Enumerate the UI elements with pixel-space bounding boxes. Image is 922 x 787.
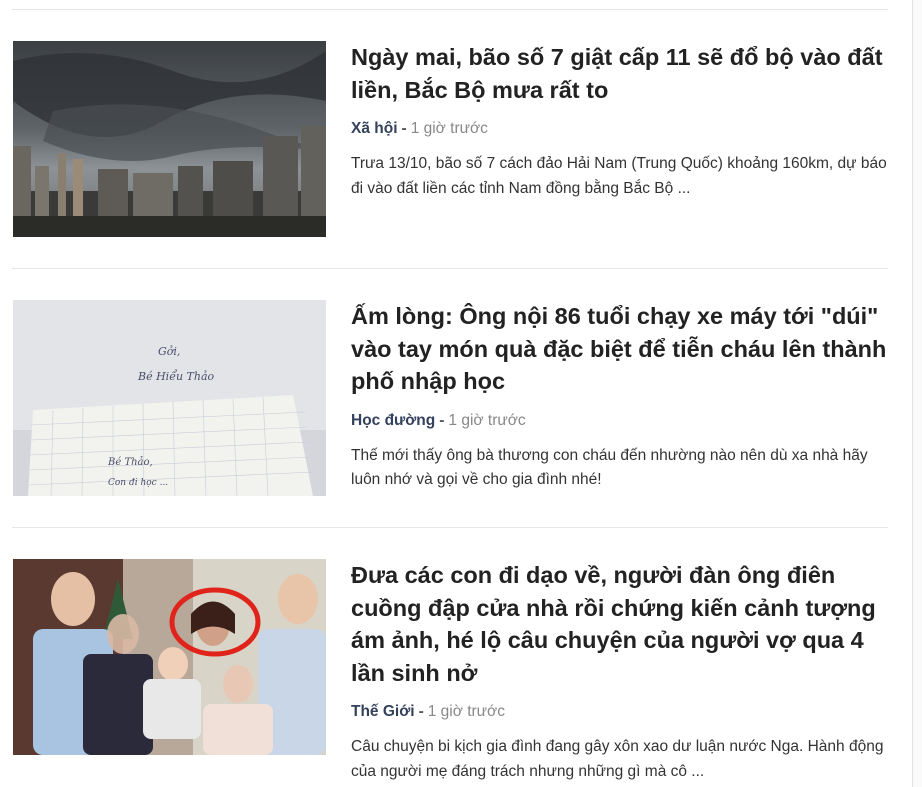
handwritten-note-image: Gởi, Bé Hiểu Thảo Bé Thảo, Con đi học ..… <box>13 300 326 496</box>
article-thumbnail-family[interactable] <box>13 559 326 755</box>
timestamp: 1 giờ trước <box>410 120 488 137</box>
divider <box>12 527 888 528</box>
article-summary: Trưa 13/10, bão số 7 cách đảo Hải Nam (T… <box>351 155 887 197</box>
scrollbar[interactable] <box>912 0 922 787</box>
category-link[interactable]: Thế Giới <box>351 703 415 720</box>
divider <box>12 268 888 269</box>
note-text: Bé Hiểu Thảo <box>137 370 215 383</box>
meta-separator: - <box>439 411 445 429</box>
article-meta: Xã hội -1 giờ trước <box>351 118 891 140</box>
storm-city-image <box>13 41 326 237</box>
note-text: Bé Thảo, <box>107 457 153 468</box>
article-summary: Thế mới thấy ông bà thương con cháu đến … <box>351 446 868 489</box>
article-thumbnail-note[interactable]: Gởi, Bé Hiểu Thảo Bé Thảo, Con đi học ..… <box>13 300 326 496</box>
divider <box>12 9 888 10</box>
note-text: Con đi học ... <box>108 478 168 488</box>
article-meta: Học đường -1 giờ trước <box>351 410 891 432</box>
note-text: Gởi, <box>158 345 180 358</box>
news-feed: Ngày mai, bão số 7 giật cấp 11 sẽ đổ bộ … <box>0 0 922 787</box>
family-photo-image <box>13 559 326 755</box>
meta-separator: - <box>418 703 424 720</box>
article-meta: Thế Giới -1 giờ trước <box>351 701 891 723</box>
category-link[interactable]: Học đường <box>351 412 435 429</box>
timestamp: 1 giờ trước <box>448 411 526 429</box>
category-link[interactable]: Xã hội <box>351 120 398 137</box>
timestamp: 1 giờ trước <box>427 703 505 720</box>
article-summary: Câu chuyện bi kịch gia đình đang gây xôn… <box>351 738 884 780</box>
article-title[interactable]: Ngày mai, bão số 7 giật cấp 11 sẽ đổ bộ … <box>351 41 891 106</box>
meta-separator: - <box>401 120 407 137</box>
article-thumbnail-storm[interactable] <box>13 41 326 237</box>
article-title[interactable]: Đưa các con đi dạo về, người đàn ông điê… <box>351 559 891 689</box>
article-title[interactable]: Ấm lòng: Ông nội 86 tuổi chạy xe máy tới… <box>351 300 891 398</box>
